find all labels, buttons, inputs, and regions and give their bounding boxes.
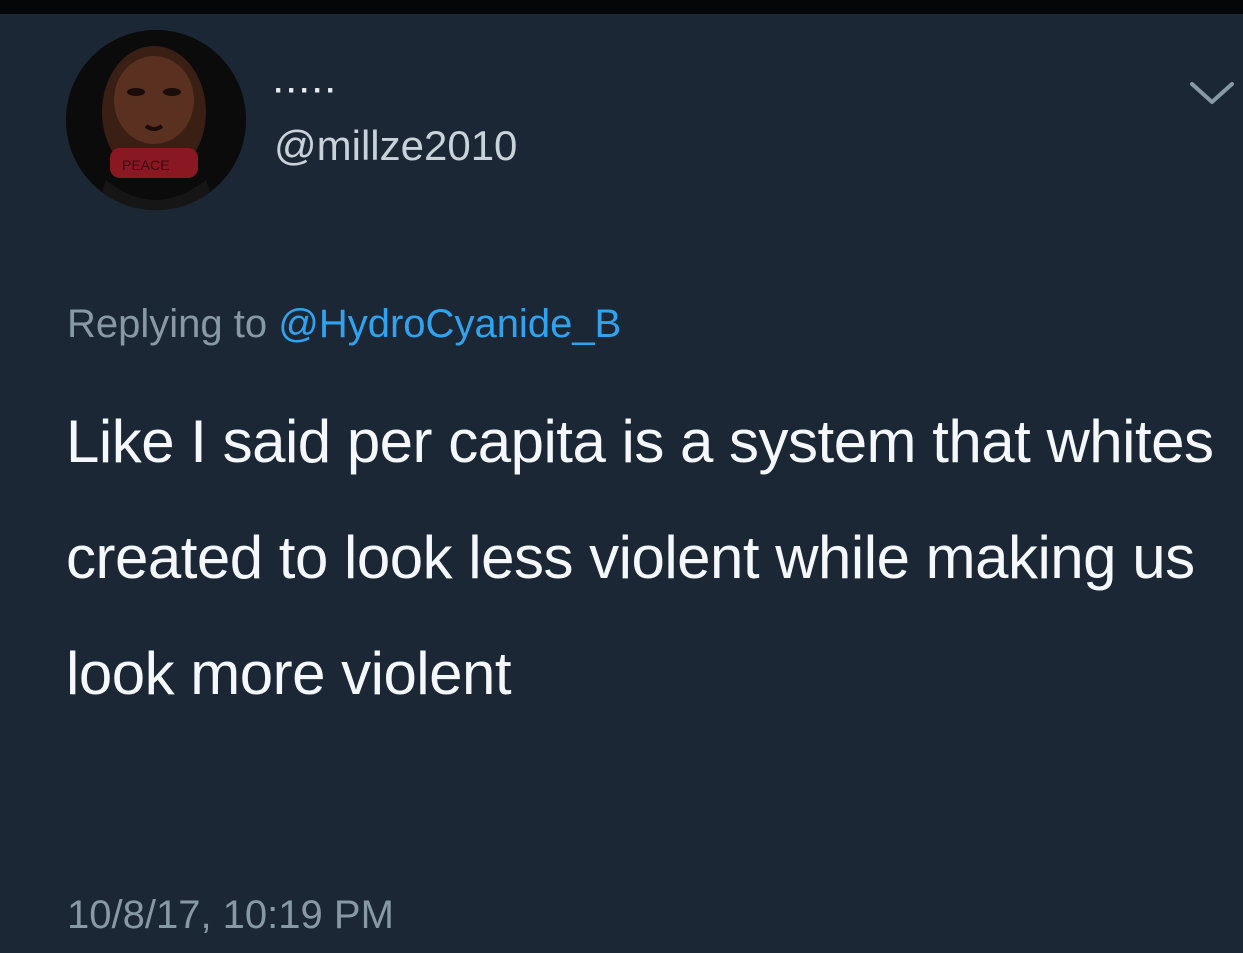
top-bar bbox=[0, 0, 1243, 14]
svg-text:PEACE: PEACE bbox=[122, 157, 169, 173]
mention-link[interactable]: @HydroCyanide_B bbox=[278, 302, 621, 346]
avatar[interactable]: PEACE bbox=[66, 30, 246, 210]
user-handle[interactable]: @millze2010 bbox=[274, 121, 517, 171]
display-name[interactable]: ····· bbox=[274, 76, 339, 106]
tweet-card: PEACE ····· @millze2010 Replying to @Hyd… bbox=[0, 14, 1243, 953]
chevron-down-icon[interactable] bbox=[1186, 72, 1238, 112]
replying-to-line: Replying to @HydroCyanide_B bbox=[67, 297, 621, 351]
replying-to-label: Replying to bbox=[67, 302, 268, 346]
tweet-text: Like I said per capita is a system that … bbox=[66, 408, 1214, 707]
tweet-timestamp[interactable]: 10/8/17, 10:19 PM bbox=[67, 887, 394, 943]
